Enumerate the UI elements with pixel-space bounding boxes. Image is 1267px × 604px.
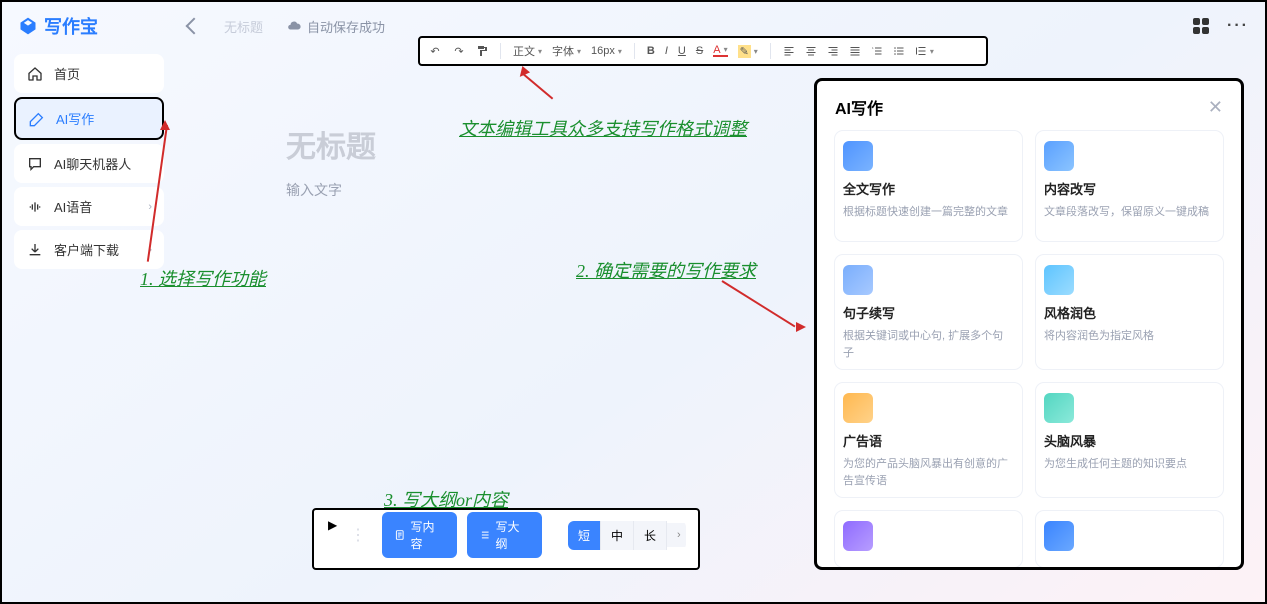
- annotation-toolbar: 文本编辑工具众多支持写作格式调整: [459, 115, 747, 141]
- length-mid-button[interactable]: 中: [601, 521, 634, 550]
- ai-card-full-write[interactable]: 全文写作 根据标题快速创建一篇完整的文章: [835, 131, 1022, 241]
- ai-card-extra-2[interactable]: [1036, 511, 1223, 567]
- ai-panel-title: AI写作: [835, 95, 883, 119]
- italic-button[interactable]: I: [665, 45, 668, 57]
- ai-card-polish[interactable]: 风格润色 将内容润色为指定风格: [1036, 255, 1223, 369]
- list-icon: [479, 529, 491, 541]
- card-icon: [843, 265, 873, 295]
- card-icon: [843, 521, 873, 551]
- text-style-select[interactable]: 正文▾: [513, 43, 542, 59]
- pen-icon: [28, 110, 46, 128]
- cloud-icon: [287, 19, 301, 33]
- ai-card-continue[interactable]: 句子续写 根据关键词或中心句, 扩展多个句子: [835, 255, 1022, 369]
- more-vertical-icon[interactable]: ⋮: [350, 525, 366, 545]
- voice-icon: [26, 198, 44, 216]
- app-logo: 写作宝: [18, 13, 98, 39]
- app-name: 写作宝: [44, 13, 98, 39]
- ai-card-ad[interactable]: 广告语 为您的产品头脑风暴出有创意的广告宣传语: [835, 383, 1022, 497]
- ai-card-brainstorm[interactable]: 头脑风暴 为您生成任何主题的知识要点: [1036, 383, 1223, 497]
- length-short-button[interactable]: 短: [568, 521, 601, 550]
- undo-button[interactable]: ↶: [428, 44, 442, 58]
- annotation-3: 3. 写大纲or内容: [384, 486, 508, 512]
- annotation-1: 1. 选择写作功能: [140, 265, 266, 291]
- card-icon: [1044, 141, 1074, 171]
- list-unordered-button[interactable]: [893, 45, 905, 57]
- align-right-button[interactable]: [827, 45, 839, 57]
- top-center: 无标题 自动保存成功: [188, 17, 385, 36]
- card-icon: [1044, 265, 1074, 295]
- sidebar: 首页 AI写作 AI聊天机器人 AI语音 › 客户端下载 ›: [14, 54, 164, 269]
- ai-panel: AI写作 ✕ 全文写作 根据标题快速创建一篇完整的文章 内容改写 文章段落改写，…: [814, 78, 1244, 570]
- more-icon[interactable]: ···: [1227, 17, 1249, 35]
- font-family-select[interactable]: 字体▾: [552, 43, 581, 59]
- arrow-2-head: [796, 322, 806, 332]
- card-icon: [843, 393, 873, 423]
- autosave-status: 自动保存成功: [287, 17, 385, 36]
- home-icon: [26, 65, 44, 83]
- editor-toolbar: ↶ ↷ 正文▾ 字体▾ 16px▾ B I U S A▾ ✎▾ 1 ▾: [418, 36, 988, 66]
- write-content-button[interactable]: 写内容: [382, 512, 457, 558]
- bold-button[interactable]: B: [647, 45, 655, 57]
- sidebar-item-home[interactable]: 首页: [14, 54, 164, 93]
- align-center-button[interactable]: [805, 45, 817, 57]
- length-more-button[interactable]: ›: [667, 523, 686, 547]
- line-height-button[interactable]: ▾: [915, 45, 934, 57]
- annotation-2: 2. 确定需要的写作要求: [576, 257, 756, 283]
- align-left-button[interactable]: [783, 45, 795, 57]
- logo-icon: [18, 16, 38, 36]
- back-icon[interactable]: [186, 18, 203, 35]
- sidebar-item-ai-chat[interactable]: AI聊天机器人: [14, 144, 164, 183]
- svg-text:1: 1: [872, 46, 874, 50]
- card-icon: [1044, 521, 1074, 551]
- ai-action-bar: ▶ ⋮ 写内容 写大纲 短 中 长 ›: [312, 508, 700, 570]
- top-right: ···: [1193, 17, 1249, 35]
- download-icon: [26, 241, 44, 259]
- arrow-1-head: [160, 120, 170, 130]
- sidebar-item-ai-write[interactable]: AI写作: [14, 97, 164, 140]
- underline-button[interactable]: U: [678, 45, 686, 57]
- length-long-button[interactable]: 长: [634, 521, 667, 550]
- arrow-2: [721, 280, 795, 327]
- redo-button[interactable]: ↷: [452, 44, 466, 58]
- highlight-button[interactable]: ✎▾: [738, 45, 758, 58]
- list-ordered-button[interactable]: 1: [871, 45, 883, 57]
- apps-icon[interactable]: [1193, 18, 1209, 34]
- close-icon[interactable]: ✕: [1208, 97, 1223, 118]
- play-icon[interactable]: ▶: [328, 518, 337, 532]
- doc-name-top: 无标题: [224, 17, 263, 36]
- font-color-button[interactable]: A▾: [713, 45, 727, 57]
- card-icon: [1044, 393, 1074, 423]
- write-outline-button[interactable]: 写大纲: [467, 512, 542, 558]
- sidebar-item-download[interactable]: 客户端下载 ›: [14, 230, 164, 269]
- font-size-select[interactable]: 16px▾: [591, 45, 622, 57]
- align-justify-button[interactable]: [849, 45, 861, 57]
- format-paint-button[interactable]: [476, 45, 488, 57]
- doc-icon: [394, 529, 406, 541]
- chat-icon: [26, 155, 44, 173]
- length-group: 短 中 长 ›: [568, 521, 686, 550]
- ai-card-rewrite[interactable]: 内容改写 文章段落改写，保留原义一键成稿: [1036, 131, 1223, 241]
- ai-card-extra-1[interactable]: [835, 511, 1022, 567]
- chevron-right-icon: ›: [148, 201, 152, 213]
- strike-button[interactable]: S: [696, 45, 703, 57]
- card-icon: [843, 141, 873, 171]
- sidebar-item-ai-voice[interactable]: AI语音 ›: [14, 187, 164, 226]
- ai-card-grid: 全文写作 根据标题快速创建一篇完整的文章 内容改写 文章段落改写，保留原义一键成…: [835, 131, 1223, 567]
- doc-body-placeholder[interactable]: 输入文字: [286, 180, 777, 200]
